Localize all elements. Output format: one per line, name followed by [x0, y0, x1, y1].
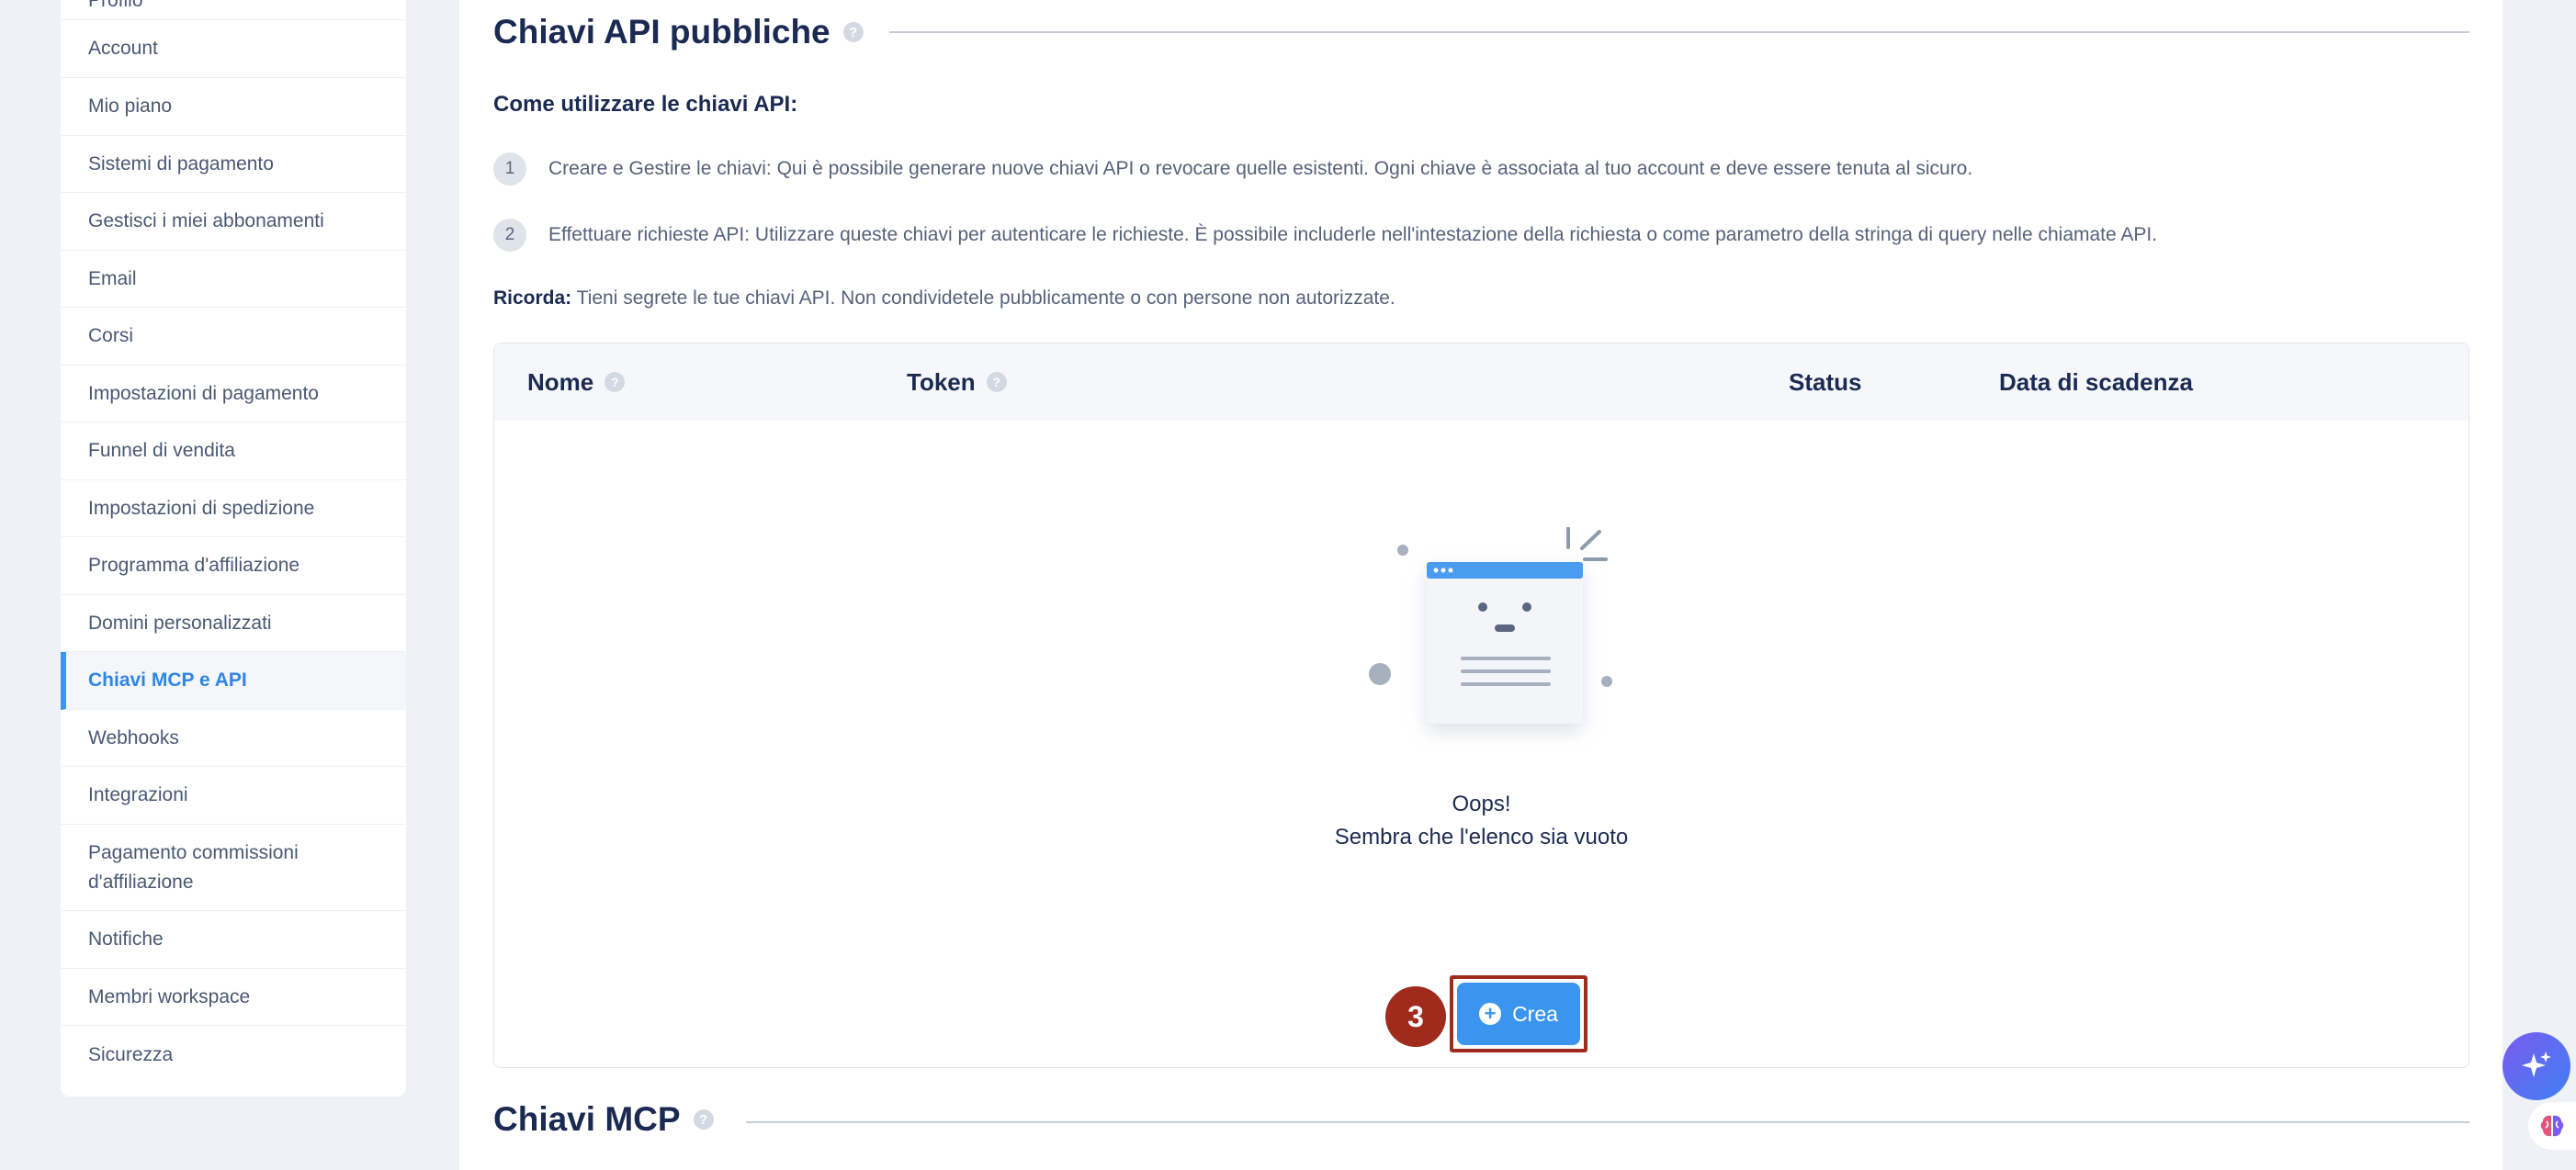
sidebar-item-label: Programma d'affiliazione [88, 555, 300, 576]
step-text: Effettuare richieste API: Utilizzare que… [548, 224, 2158, 245]
question-circle-icon[interactable]: ? [693, 1109, 714, 1130]
sidebar-item-label: Impostazioni di pagamento [88, 382, 319, 404]
plus-circle-icon: + [1479, 1003, 1502, 1025]
remember-text: Tieni segrete le tue chiavi API. Non con… [571, 287, 1395, 309]
sidebar-item-label: Email [88, 267, 137, 289]
mcp-keys-title: Chiavi MCP ? [493, 1100, 714, 1139]
sidebar-item-label: Impostazioni di spedizione [88, 497, 315, 519]
column-header-token: Token ? [907, 343, 1007, 421]
sidebar-item-label: Webhooks [88, 726, 179, 748]
sidebar-item-label: Notifiche [88, 928, 164, 950]
howto-step: 1 Creare e Gestire le chiavi: Qui è poss… [493, 152, 1972, 186]
sidebar-item-plan[interactable]: Mio piano [61, 78, 406, 136]
sidebar-item-label: Profilo [88, 0, 143, 11]
sidebar-item-subscriptions[interactable]: Gestisci i miei abbonamenti [61, 193, 406, 251]
sidebar-item-payment-systems[interactable]: Sistemi di pagamento [61, 136, 406, 193]
step-number: 2 [493, 219, 526, 252]
sidebar-item-label: Membri workspace [88, 985, 251, 1007]
section-divider [889, 31, 2469, 33]
howto-step: 2 Effettuare richieste API: Utilizzare q… [493, 219, 2157, 252]
sidebar-item-account[interactable]: Account [61, 20, 406, 78]
column-token-label: Token [907, 367, 976, 396]
sidebar-item-profile[interactable]: Profilo [61, 0, 406, 20]
sidebar-item-label: Mio piano [88, 96, 173, 117]
column-name-label: Nome [527, 367, 594, 396]
sidebar-item-security[interactable]: Sicurezza [61, 1026, 406, 1084]
mcp-keys-title-text: Chiavi MCP [493, 1100, 681, 1138]
section-divider [746, 1121, 2469, 1123]
sidebar-item-sales-funnel[interactable]: Funnel di vendita [61, 422, 406, 480]
create-button-label: Crea [1512, 1001, 1558, 1026]
sidebar-item-notifications[interactable]: Notifiche [61, 911, 406, 969]
table-header: Nome ? Token ? Status Data di scadenza [494, 343, 2469, 421]
sidebar-item-shipping-settings[interactable]: Impostazioni di spedizione [61, 480, 406, 537]
empty-state-title: Oops! [1452, 792, 1511, 816]
step-number: 1 [493, 152, 526, 186]
step-text: Creare e Gestire le chiavi: Qui è possib… [548, 158, 1973, 179]
sidebar-item-label: Account [88, 38, 158, 59]
brain-widget-button[interactable] [2528, 1102, 2576, 1150]
sidebar-item-label: Pagamento commissioni d'affiliazione [88, 841, 299, 893]
column-expiry-label: Data di scadenza [1999, 367, 2193, 396]
brain-icon [2540, 1115, 2564, 1137]
remember-note: Ricorda: Tieni segrete le tue chiavi API… [493, 287, 1395, 309]
howto-title: Come utilizzare le chiavi API: [493, 92, 798, 117]
ai-assistant-button[interactable] [2503, 1032, 2570, 1100]
sidebar-item-webhooks[interactable]: Webhooks [61, 710, 406, 767]
settings-sidebar: Profilo Account Mio piano Sistemi di pag… [61, 0, 406, 1097]
step-marker-badge: 3 [1385, 986, 1446, 1047]
sidebar-item-mcp-api-keys[interactable]: Chiavi MCP e API [61, 652, 406, 710]
sidebar-item-affiliate-commissions[interactable]: Pagamento commissioni d'affiliazione [61, 825, 406, 911]
question-circle-icon[interactable]: ? [986, 372, 1007, 392]
sidebar-item-custom-domains[interactable]: Domini personalizzati [61, 595, 406, 652]
empty-state-subtitle: Sembra che l'elenco sia vuoto [1334, 825, 1629, 849]
sidebar-item-label: Sicurezza [88, 1043, 174, 1065]
sidebar-item-affiliate-program[interactable]: Programma d'affiliazione [61, 537, 406, 595]
main-content: Chiavi API pubbliche ? Come utilizzare l… [459, 0, 2503, 1170]
sidebar-item-label: Chiavi MCP e API [88, 669, 247, 691]
api-keys-table: Nome ? Token ? Status Data di scadenza O… [493, 343, 2469, 1068]
column-status-label: Status [1789, 367, 1862, 396]
sidebar-item-payment-settings[interactable]: Impostazioni di pagamento [61, 366, 406, 422]
question-circle-icon[interactable]: ? [604, 372, 626, 392]
sidebar-item-label: Integrazioni [88, 784, 188, 805]
question-circle-icon[interactable]: ? [842, 22, 864, 42]
sidebar-item-label: Gestisci i miei abbonamenti [88, 210, 324, 231]
create-api-key-button[interactable]: + Crea [1457, 983, 1580, 1045]
remember-label: Ricorda: [493, 287, 572, 309]
sidebar-item-workspace-members[interactable]: Membri workspace [61, 969, 406, 1026]
column-header-expiry: Data di scadenza [1999, 343, 2193, 421]
sidebar-item-integrations[interactable]: Integrazioni [61, 767, 406, 825]
sidebar-item-courses[interactable]: Corsi [61, 308, 406, 366]
sidebar-item-label: Funnel di vendita [88, 440, 235, 461]
sidebar-item-label: Sistemi di pagamento [88, 152, 274, 174]
column-header-status: Status [1789, 343, 1861, 421]
column-header-name: Nome ? [527, 343, 626, 421]
sparkle-icon [2522, 1052, 2551, 1077]
sidebar-item-label: Domini personalizzati [88, 612, 272, 634]
api-keys-title: Chiavi API pubbliche ? [493, 13, 864, 51]
empty-list-illustration [1369, 527, 1612, 724]
api-keys-title-text: Chiavi API pubbliche [493, 13, 830, 51]
sidebar-item-label: Corsi [88, 325, 134, 346]
sidebar-item-email[interactable]: Email [61, 251, 406, 308]
